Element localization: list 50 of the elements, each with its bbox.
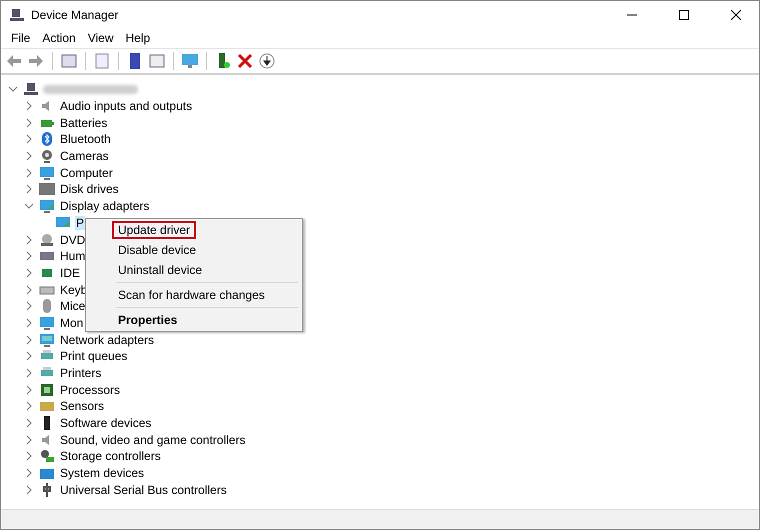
tree-item[interactable]: IDE (59, 266, 82, 280)
tree-item[interactable]: Processors (59, 382, 122, 397)
maximize-icon[interactable] (679, 10, 689, 20)
monitor-icon[interactable] (181, 52, 199, 70)
tree-item[interactable]: Printers (59, 366, 102, 380)
menu-item[interactable]: Help (120, 31, 156, 45)
tree-item[interactable]: Universal Serial Bus controllers (59, 482, 228, 497)
menu-item[interactable]: Action (36, 31, 82, 45)
menu-item[interactable]: View (82, 31, 120, 45)
tree-item[interactable]: Mon (59, 316, 84, 330)
menu-item[interactable]: Scan for hardware changes (112, 286, 271, 304)
tree-item[interactable]: Print queues (59, 349, 128, 364)
menu-item[interactable]: Disable device (112, 241, 202, 259)
storage-icon (39, 448, 55, 464)
tree-item[interactable]: Batteries (59, 116, 108, 130)
tree-item[interactable]: Storage controllers (59, 449, 162, 464)
tree-item[interactable]: Display adapters (59, 199, 150, 214)
monitor-icon (39, 314, 55, 331)
camera-icon (39, 148, 55, 164)
menu-item[interactable]: File (5, 31, 36, 45)
tree-item[interactable]: Audio inputs and outputs (59, 99, 194, 114)
processor-icon (39, 382, 55, 398)
monitor-icon (39, 198, 55, 214)
tree-item[interactable]: System devices (59, 466, 146, 480)
tree-item[interactable]: Sound, video and game controllers (59, 432, 246, 447)
tree-item[interactable]: Computer (59, 166, 114, 180)
tree-item[interactable]: Bluetooth (59, 132, 112, 146)
disc-drive-icon (39, 232, 55, 248)
window-title: Device Manager (31, 8, 120, 22)
forward-arrow-icon[interactable] (27, 52, 45, 70)
bluetooth-icon (39, 131, 55, 148)
menu-item[interactable]: Uninstall device (112, 261, 208, 279)
monitor-icon (39, 164, 55, 181)
tree-item[interactable]: Network adapters (59, 332, 156, 347)
computer-icon (23, 81, 39, 98)
tree-item[interactable]: P (75, 216, 86, 230)
menu-item[interactable]: Update driver (112, 221, 196, 239)
tree-item[interactable]: Disk drives (59, 182, 120, 196)
tree-item[interactable]: Hum (59, 249, 86, 264)
menu-item[interactable]: Properties (112, 311, 184, 329)
close-icon[interactable] (731, 10, 741, 20)
tree-item[interactable]: Cameras (59, 149, 110, 164)
delete-icon[interactable] (236, 52, 254, 70)
computer-icon (9, 6, 25, 22)
tree-item[interactable]: Mice (59, 299, 86, 314)
download-icon[interactable] (258, 52, 276, 70)
tree-item[interactable]: Software devices (59, 416, 152, 430)
tree-item[interactable]: Sensors (59, 399, 106, 414)
tree-item[interactable]: DVD (59, 232, 86, 247)
network-icon (39, 332, 55, 348)
